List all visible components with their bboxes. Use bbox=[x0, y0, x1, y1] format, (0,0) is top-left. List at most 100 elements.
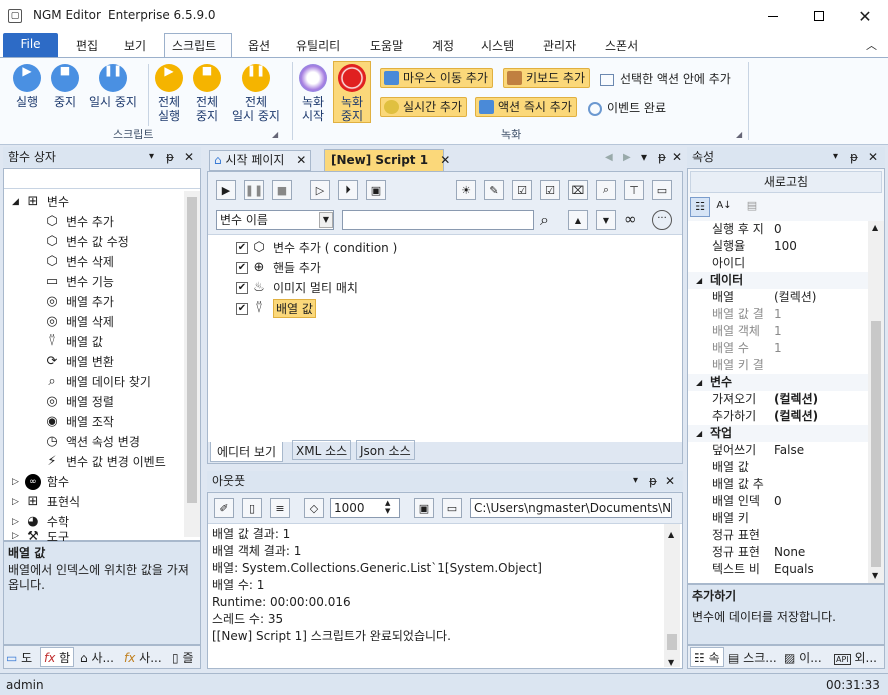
func-item[interactable]: ◎ 배열 삭제 bbox=[44, 313, 114, 330]
minimize-button[interactable] bbox=[750, 0, 796, 32]
output-wrap-button[interactable]: ≡ bbox=[270, 498, 290, 518]
ribbon-collapse-icon[interactable]: ︿ bbox=[866, 37, 877, 53]
tab-close-icon[interactable]: ✕ bbox=[440, 153, 450, 167]
screen-button[interactable]: ▭ bbox=[652, 180, 672, 200]
tab-scripts[interactable]: ▤ 스크... bbox=[728, 648, 777, 668]
output-erase-button[interactable]: ◇ bbox=[304, 498, 324, 518]
tab-images[interactable]: ▨ 이... bbox=[784, 648, 822, 668]
prop-row[interactable]: 정규 표현 None bbox=[688, 544, 868, 561]
func-item[interactable]: ⬡ 변수 값 수정 bbox=[44, 233, 129, 250]
search-next-button[interactable]: ▼ bbox=[596, 210, 616, 230]
script-line-selected[interactable]: ✔ ⍢ 배열 값 bbox=[236, 299, 316, 318]
find-button[interactable]: ⌕ bbox=[596, 180, 616, 200]
record-stop-button[interactable]: 녹화 중지 bbox=[333, 61, 371, 123]
prop-row[interactable]: 가져오기 (컬렉션) bbox=[688, 391, 868, 408]
panel-pin-icon[interactable]: ᵽ bbox=[166, 147, 174, 167]
collapse-icon[interactable]: ◢ bbox=[696, 374, 702, 391]
idea-button[interactable]: ☀ bbox=[456, 180, 476, 200]
prop-row[interactable]: 배열 값 결 1 bbox=[688, 306, 868, 323]
scroll-down-icon[interactable]: ▼ bbox=[872, 571, 878, 580]
props-scrollbar[interactable]: ▲ ▼ bbox=[868, 221, 884, 583]
stepper-arrows-icon[interactable]: ▲ ▼ bbox=[385, 499, 390, 515]
run-all-button[interactable]: ▶ 전체 실행 bbox=[153, 64, 185, 123]
selected-action-add-button[interactable]: 선택한 액션 안에 추가 bbox=[600, 70, 731, 87]
scroll-thumb[interactable] bbox=[871, 321, 881, 567]
output-file-button[interactable]: ▯ bbox=[242, 498, 262, 518]
func-search-input[interactable] bbox=[4, 169, 200, 189]
func-item[interactable]: ◷ 액션 속성 변경 bbox=[44, 433, 140, 450]
output-path-field[interactable]: C:\Users\ngmaster\Documents\NGM bbox=[470, 498, 672, 518]
output-clean-button[interactable]: ✐ bbox=[214, 498, 234, 518]
func-item[interactable]: ⍢ 배열 값 bbox=[44, 333, 103, 350]
menu-account[interactable]: 계정 bbox=[432, 37, 454, 54]
group-launcher-icon[interactable]: ◢ bbox=[272, 130, 278, 139]
panel-dropdown-icon[interactable]: ▾ bbox=[149, 147, 154, 167]
func-item[interactable]: ▭ 변수 기능 bbox=[44, 273, 114, 290]
alphabetical-button[interactable]: A↓ bbox=[714, 197, 734, 217]
prop-row[interactable]: 아이디 bbox=[688, 255, 868, 272]
func-scrollbar[interactable] bbox=[184, 191, 200, 537]
editor-pause-button[interactable]: ❚❚ bbox=[244, 180, 264, 200]
pause-button[interactable]: ❚❚ 일시 중지 bbox=[86, 64, 140, 109]
step-run-button[interactable]: ▷ bbox=[310, 180, 330, 200]
prop-category[interactable]: ◢ 작업 bbox=[688, 425, 868, 442]
expand-icon[interactable]: ▷ bbox=[12, 497, 19, 507]
more-button[interactable]: ··· bbox=[652, 210, 672, 230]
tree-view-button[interactable]: ⊤ bbox=[624, 180, 644, 200]
tree-node-variables[interactable]: ◢ ⊞ 변수 bbox=[12, 193, 69, 210]
keyboard-add-button[interactable]: 키보드 추가 bbox=[503, 68, 591, 88]
menu-script[interactable]: 스크립트 bbox=[172, 37, 216, 54]
output-count-stepper[interactable]: 1000 ▲ ▼ bbox=[330, 498, 400, 518]
pause-all-button[interactable]: ❚❚ 전체 일시 중지 bbox=[228, 64, 284, 123]
collapse-icon[interactable]: ◢ bbox=[696, 425, 702, 442]
search-prev-button[interactable]: ▲ bbox=[568, 210, 588, 230]
refresh-button[interactable]: 새로고침 bbox=[690, 171, 882, 193]
tab-favorites[interactable]: ▯ 즐 bbox=[172, 648, 193, 668]
func-item[interactable]: ◉ 배열 조작 bbox=[44, 413, 114, 430]
tab-user2[interactable]: fx 사... bbox=[124, 648, 162, 668]
func-item[interactable]: ◎ 배열 추가 bbox=[44, 293, 114, 310]
tree-node-functions[interactable]: ▷ ∞ 함수 bbox=[12, 473, 69, 490]
prop-category[interactable]: ◢ 데이터 bbox=[688, 272, 868, 289]
tab-list-icon[interactable]: ▾ bbox=[641, 150, 647, 164]
func-item[interactable]: ⬡ 변수 추가 bbox=[44, 213, 114, 230]
menu-options[interactable]: 옵션 bbox=[248, 37, 270, 54]
prop-row[interactable]: 배열 키 결 bbox=[688, 357, 868, 374]
func-item[interactable]: ⚡ 변수 값 변경 이벤트 bbox=[44, 453, 165, 470]
tab-functions[interactable]: fx 함 bbox=[40, 647, 75, 667]
prop-row[interactable]: 배열 값 추 bbox=[688, 476, 868, 493]
func-item[interactable]: ⟳ 배열 변환 bbox=[44, 353, 114, 370]
tab-scroll-right-icon[interactable]: ▶ bbox=[623, 152, 631, 163]
editor-run-button[interactable]: ▶ bbox=[216, 180, 236, 200]
run-selected-button[interactable]: ⏵ bbox=[338, 180, 358, 200]
uncheck-button[interactable]: ☑ bbox=[540, 180, 560, 200]
tab-external[interactable]: API 외... bbox=[834, 648, 877, 668]
prop-row[interactable]: 배열 키 bbox=[688, 510, 868, 527]
run-from-button[interactable]: ▣ bbox=[366, 180, 386, 200]
tab-close-icon[interactable]: ✕ bbox=[296, 153, 306, 167]
func-item[interactable]: ⌕ 배열 데이타 찾기 bbox=[44, 373, 151, 390]
tab-devices[interactable]: ▭ 도 bbox=[6, 648, 32, 668]
edit-button[interactable]: ✎ bbox=[484, 180, 504, 200]
panel-close-icon[interactable]: ✕ bbox=[672, 150, 682, 164]
file-menu[interactable]: File bbox=[3, 33, 58, 57]
expand-icon[interactable]: ▷ bbox=[12, 517, 19, 527]
categorized-button[interactable]: ☷ bbox=[690, 197, 710, 217]
expand-icon[interactable]: ▷ bbox=[12, 477, 19, 487]
collapse-icon[interactable]: ◢ bbox=[696, 272, 702, 289]
prop-category[interactable]: ◢ 변수 bbox=[688, 374, 868, 391]
menu-help[interactable]: 도움말 bbox=[370, 37, 403, 54]
panel-pin-icon[interactable]: ᵽ bbox=[658, 150, 666, 164]
tab-user1[interactable]: ⌂ 사... bbox=[80, 648, 114, 668]
output-save-button[interactable]: ▣ bbox=[414, 498, 434, 518]
run-button[interactable]: ▶ 실행 bbox=[10, 64, 44, 109]
tab-xml-source[interactable]: XML 소스 bbox=[292, 440, 352, 460]
menu-system[interactable]: 시스템 bbox=[481, 37, 514, 54]
tab-json-source[interactable]: Json 소스 bbox=[356, 440, 415, 460]
stop-button[interactable]: ■ 중지 bbox=[50, 64, 80, 109]
tab-scroll-left-icon[interactable]: ◀ bbox=[605, 152, 613, 163]
editor-stop-button[interactable]: ■ bbox=[272, 180, 292, 200]
output-open-folder-button[interactable]: ▭ bbox=[442, 498, 462, 518]
search-button[interactable]: ⌕ bbox=[540, 210, 549, 230]
prop-row[interactable]: 배열 객체 1 bbox=[688, 323, 868, 340]
